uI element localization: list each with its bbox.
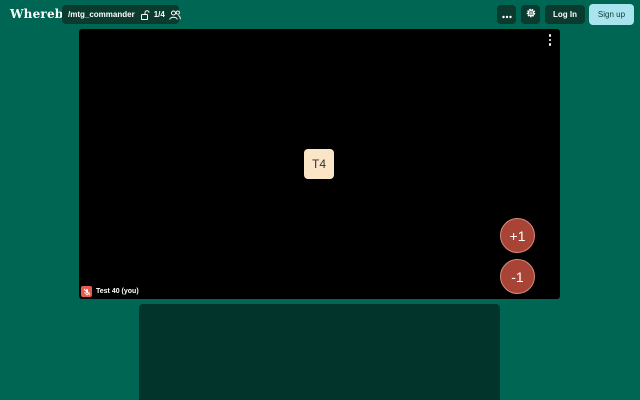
bottom-panel (139, 304, 500, 400)
more-vertical-icon[interactable] (545, 33, 555, 47)
room-name: /mtg_commander (68, 10, 135, 19)
top-bar: Whereby /mtg_commander 1/4 Log In Sign u… (0, 0, 640, 30)
more-horizontal-icon (501, 6, 512, 24)
participant-label: Test 40 (you) (96, 288, 139, 295)
settings-button[interactable] (521, 5, 540, 24)
participant-count: 1/4 (153, 10, 165, 19)
mic-off-icon (81, 286, 92, 297)
menu-dot (548, 38, 552, 42)
self-video-tile[interactable]: T4 +1 -1 Test 40 (you) (79, 29, 560, 299)
signup-button[interactable]: Sign up (589, 4, 634, 25)
unlocked-lock-icon (140, 9, 150, 20)
gear-icon (525, 6, 537, 24)
participant-name-tag: Test 40 (you) (81, 286, 139, 297)
login-button[interactable]: Log In (545, 5, 585, 24)
more-options-button[interactable] (497, 5, 516, 24)
menu-dot (548, 34, 552, 37)
menu-dot (548, 43, 552, 46)
people-icon (169, 10, 181, 20)
room-info-pill[interactable]: /mtg_commander 1/4 (62, 5, 181, 24)
minus-one-button[interactable]: -1 (500, 259, 535, 294)
avatar: T4 (304, 149, 334, 179)
plus-one-button[interactable]: +1 (500, 218, 535, 253)
